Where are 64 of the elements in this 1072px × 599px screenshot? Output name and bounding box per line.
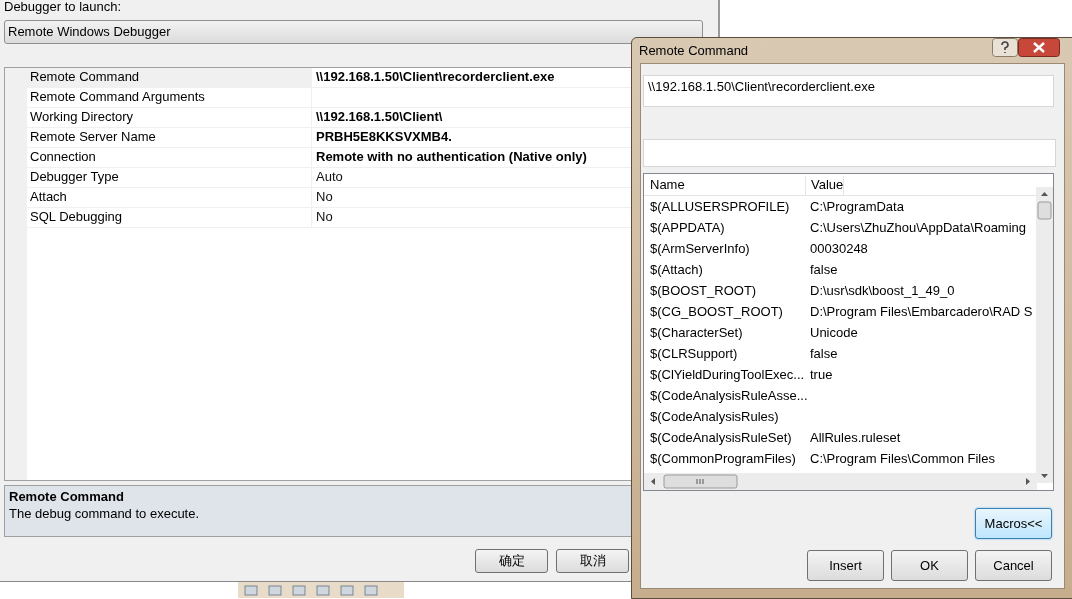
property-name[interactable]: Debugger Type — [27, 168, 312, 187]
toolbar-icon[interactable] — [340, 584, 354, 596]
horizontal-scrollbar[interactable] — [644, 473, 1037, 490]
macro-value: D:\usr\sdk\boost_1_49_0 — [809, 282, 955, 300]
macro-name[interactable]: $(CodeAnalysisRuleAsse... — [644, 385, 805, 406]
property-name[interactable]: Remote Server Name — [27, 128, 312, 147]
dialog-button[interactable]: Cancel — [975, 550, 1052, 581]
property-value[interactable]: PRBH5E8KKSVXMB4. — [312, 128, 452, 147]
macro-value: false — [809, 261, 838, 279]
property-name[interactable]: Attach — [27, 188, 312, 207]
macro-value: 00030248 — [809, 240, 868, 258]
macro-name[interactable]: $(Attach) — [644, 259, 805, 280]
macro-value: C:\Program Files\Common Files — [809, 450, 995, 468]
toolbar-icon[interactable] — [364, 584, 378, 596]
macro-name[interactable]: $(ALLUSERSPROFILE) — [644, 196, 805, 217]
macro-name[interactable]: $(APPDATA) — [644, 217, 805, 238]
close-icon[interactable] — [1018, 38, 1060, 57]
dialog-button[interactable]: Insert — [807, 550, 884, 581]
debugger-label: Debugger to launch: — [4, 0, 123, 16]
vertical-scrollbar[interactable] — [1036, 187, 1053, 483]
property-value[interactable]: No — [312, 208, 333, 227]
property-value[interactable]: \\192.168.1.50\Client\recorderclient.exe — [312, 68, 555, 87]
dialog-button[interactable]: 确定 — [475, 549, 548, 573]
dialog-title: Remote Command — [639, 43, 749, 58]
property-name[interactable]: Working Directory — [27, 108, 312, 127]
macro-name[interactable]: $(CharacterSet) — [644, 322, 805, 343]
macro-value: true — [809, 366, 833, 384]
macro-name[interactable]: $(ClYieldDuringToolExec... — [644, 364, 805, 385]
toolbar-icon[interactable] — [292, 584, 306, 596]
macro-value: D:\Program Files\Embarcadero\RAD S — [809, 303, 1033, 321]
description-title: Remote Command — [9, 489, 125, 504]
description-text: The debug command to execute. — [9, 506, 201, 521]
macro-name[interactable]: $(CommonProgramFiles) — [644, 448, 805, 469]
macro-name[interactable]: $(BOOST_ROOT) — [644, 280, 805, 301]
toolbar-icon[interactable] — [316, 584, 330, 596]
dialog-button[interactable]: OK — [891, 550, 968, 581]
macro-name[interactable]: $(CG_BOOST_ROOT) — [644, 301, 805, 322]
macro-name[interactable]: $(ArmServerInfo) — [644, 238, 805, 259]
property-value[interactable]: Auto — [312, 168, 343, 187]
arguments-field[interactable] — [643, 139, 1056, 167]
macro-value: C:\ProgramData — [809, 198, 904, 216]
dialog-button[interactable]: 取消 — [556, 549, 629, 573]
macro-name[interactable]: $(CLRSupport) — [644, 343, 805, 364]
toolbar-icon[interactable] — [268, 584, 282, 596]
property-name[interactable]: SQL Debugging — [27, 208, 312, 227]
debugger-dropdown[interactable]: Remote Windows Debugger — [4, 20, 703, 44]
property-value[interactable]: \\192.168.1.50\Client\ — [312, 108, 443, 127]
column-header[interactable]: Value — [806, 176, 845, 195]
column-header[interactable]: Name — [644, 176, 806, 195]
macro-name[interactable]: $(CodeAnalysisRules) — [644, 406, 805, 427]
property-value[interactable]: No — [312, 188, 333, 207]
macro-value: C:\Users\ZhuZhou\AppData\Roaming — [809, 219, 1027, 237]
property-name[interactable]: Remote Command — [27, 68, 312, 87]
macro-value: false — [809, 345, 838, 363]
macros-button[interactable]: Macros<< — [975, 508, 1052, 539]
property-value[interactable]: Remote with no authentication (Native only) — [312, 148, 587, 167]
help-icon[interactable] — [992, 38, 1018, 57]
property-name[interactable]: Connection — [27, 148, 312, 167]
macro-value: Unicode — [809, 324, 858, 342]
property-name[interactable]: Remote Command Arguments — [27, 88, 312, 107]
macro-name[interactable]: $(CodeAnalysisRuleSet) — [644, 427, 805, 448]
toolbar-icon[interactable] — [244, 584, 258, 596]
command-field[interactable]: \\192.168.1.50\Client\recorderclient.exe — [643, 75, 1054, 107]
macro-value: AllRules.ruleset — [809, 429, 901, 447]
